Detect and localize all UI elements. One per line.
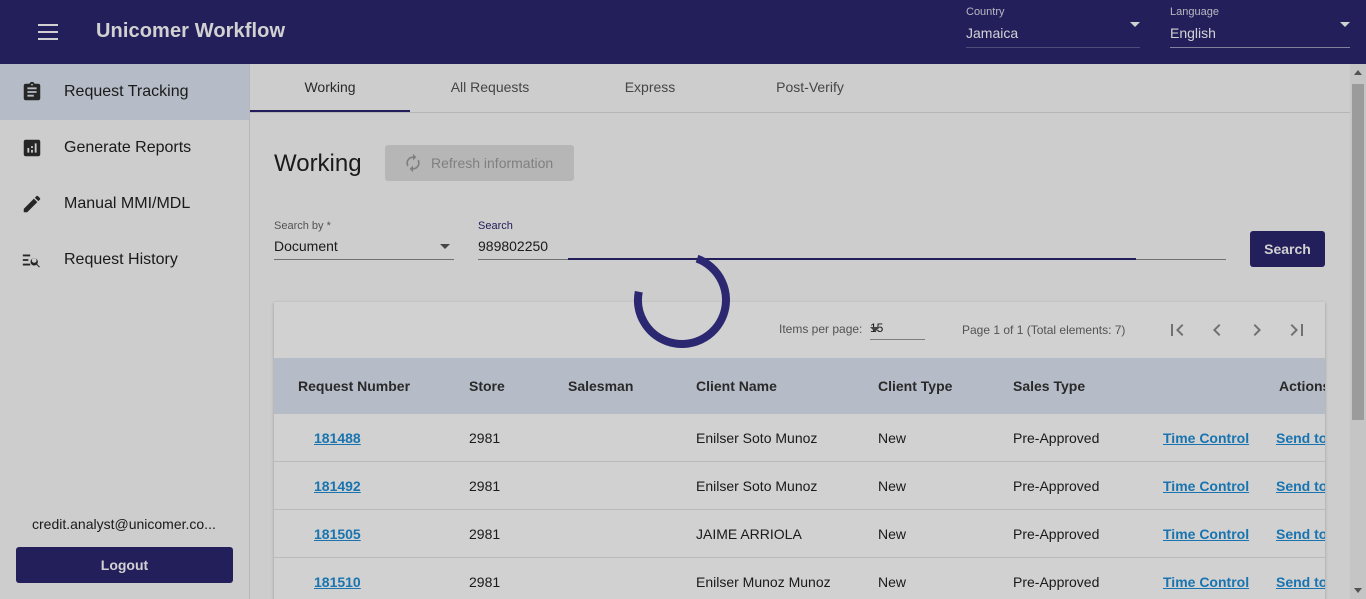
- loading-spinner-icon: [634, 252, 730, 348]
- loading-overlay: [0, 0, 1366, 599]
